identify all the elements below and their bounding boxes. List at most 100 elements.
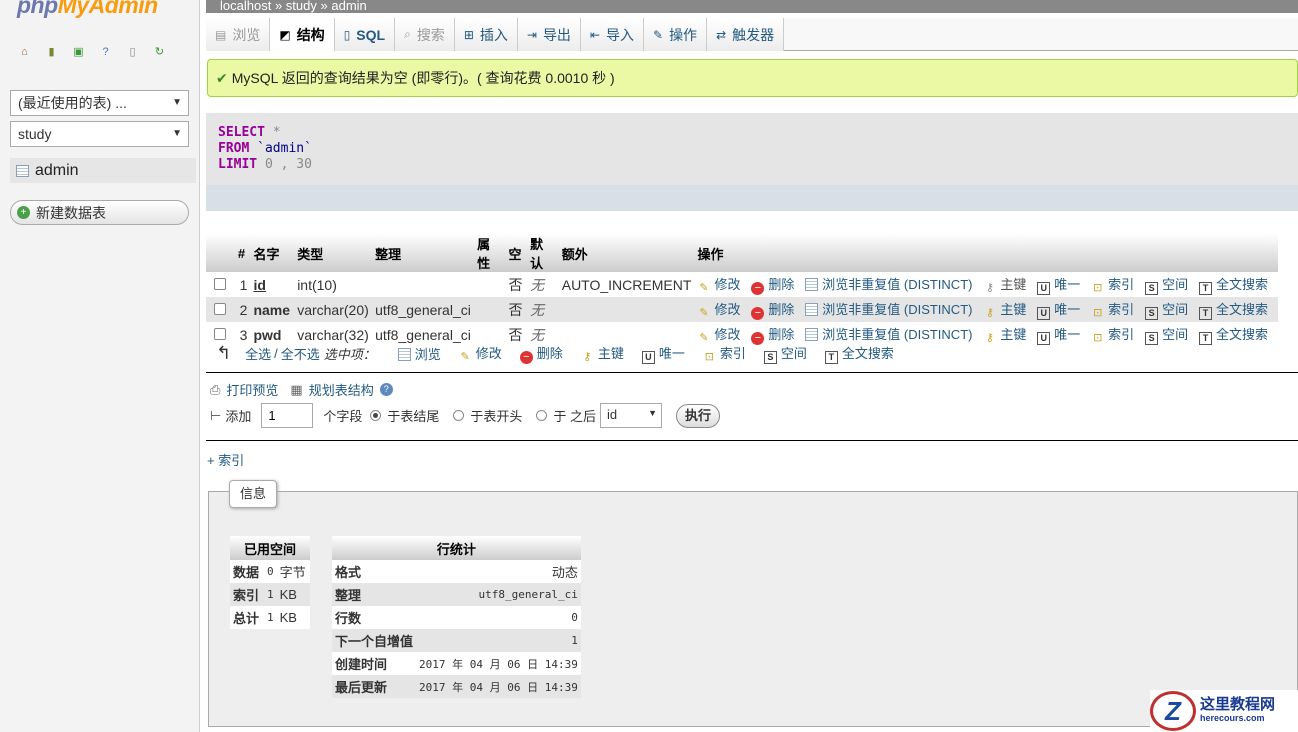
tab-structure[interactable]: ◩ 结构: [270, 18, 335, 51]
database-select[interactable]: study ▼: [10, 121, 189, 147]
fulltext-icon: T: [824, 351, 838, 364]
bulk-primary-button[interactable]: ⚷ 主键: [581, 343, 624, 364]
export-icon: ⇥: [526, 27, 537, 42]
index-action[interactable]: ⊡ 索引: [1091, 302, 1134, 319]
index-action[interactable]: ⊡ 索引: [1091, 277, 1134, 294]
fulltext-action[interactable]: T 全文搜索: [1198, 327, 1268, 345]
chevron-down-icon: ▼: [172, 128, 182, 139]
distinct-action[interactable]: 浏览非重复值 (DISTINCT): [805, 277, 972, 292]
delete-action[interactable]: − 删除: [751, 302, 794, 320]
key-icon: ⚷: [985, 332, 994, 344]
chevron-down-icon: ▼: [648, 408, 658, 418]
delete-action[interactable]: − 删除: [751, 327, 794, 345]
propose-structure-link[interactable]: 规划表结构: [309, 380, 374, 399]
recent-tables-select[interactable]: (最近使用的表) ... ▼: [10, 90, 189, 116]
delete-action[interactable]: − 删除: [751, 277, 794, 295]
edit-action[interactable]: ✎ 修改: [697, 327, 740, 344]
sidebar-table-admin[interactable]: admin: [10, 158, 196, 183]
go-button[interactable]: 执行: [676, 403, 721, 428]
breadcrumb-table[interactable]: admin: [331, 0, 366, 13]
uncheck-all-link[interactable]: 全不选: [281, 344, 320, 363]
bulk-edit-button[interactable]: ✎ 修改: [459, 343, 502, 364]
unique-action[interactable]: U 唯一: [1037, 277, 1080, 295]
tab-insert[interactable]: ⊞ 插入: [454, 18, 518, 51]
radio-at-beginning[interactable]: [453, 410, 465, 421]
arrow-up-icon: ↰: [216, 343, 232, 363]
unique-icon: U: [1037, 282, 1051, 295]
edit-action[interactable]: ✎ 修改: [697, 277, 740, 294]
fulltext-icon: T: [1198, 307, 1212, 320]
tab-import[interactable]: ⇤ 导入: [580, 18, 644, 51]
print-links: ⎙ 打印预览 ▦ 规划表结构 ?: [210, 380, 393, 399]
primary-action[interactable]: ⚷ 主键: [983, 302, 1027, 319]
exit-icon[interactable]: ▮: [43, 43, 60, 60]
reload-icon[interactable]: ↻: [151, 43, 168, 60]
breadcrumb-db[interactable]: study: [286, 0, 317, 13]
radio-after[interactable]: [536, 410, 548, 421]
tab-search[interactable]: ⌕ 搜索: [395, 18, 455, 51]
bulk-browse-button[interactable]: 浏览: [397, 344, 441, 363]
row-checkbox[interactable]: [214, 277, 226, 290]
distinct-action[interactable]: 浏览非重复值 (DISTINCT): [805, 302, 972, 317]
fulltext-action[interactable]: T 全文搜索: [1198, 302, 1268, 320]
z-logo-icon: Z: [1150, 691, 1196, 731]
pencil-icon: ✎: [460, 351, 470, 363]
index-action[interactable]: ⊡ 索引: [1091, 327, 1134, 344]
radio-at-end[interactable]: [370, 410, 382, 421]
breadcrumb-server[interactable]: localhost: [220, 0, 271, 13]
key-icon: ⚷: [583, 351, 592, 363]
tab-triggers[interactable]: ⇄ 触发器: [707, 18, 785, 51]
bulk-unique-button[interactable]: U 唯一: [641, 343, 685, 364]
pencil-icon: ✎: [699, 282, 709, 294]
bulk-delete-button[interactable]: − 删除: [519, 343, 563, 364]
print-view-link[interactable]: 打印预览: [226, 380, 278, 399]
bulk-index-button[interactable]: ⊡ 索引: [703, 343, 746, 364]
primary-action[interactable]: ⚷ 主键: [983, 277, 1027, 294]
bulk-fulltext-button[interactable]: T 全文搜索: [824, 343, 894, 364]
distinct-action[interactable]: 浏览非重复值 (DISTINCT): [805, 327, 972, 342]
primary-action[interactable]: ⚷ 主键: [983, 327, 1027, 344]
settings-icon[interactable]: ▯: [124, 43, 141, 60]
check-all-link[interactable]: 全选: [245, 344, 271, 363]
structure-table: # 名字 类型 整理 属性 空 默认 额外 操作 1 id int(10) 否 …: [206, 234, 1278, 347]
tab-export[interactable]: ⇥ 导出: [517, 18, 581, 51]
row-checkbox[interactable]: [214, 327, 226, 340]
bulk-spatial-button[interactable]: S 空间: [763, 343, 807, 364]
unique-action[interactable]: U 唯一: [1037, 327, 1080, 345]
docs-icon[interactable]: ?: [97, 43, 114, 60]
index-icon: ⊡: [704, 351, 714, 363]
structure-icon: ◩: [279, 27, 291, 42]
edit-action[interactable]: ✎ 修改: [697, 302, 740, 319]
fulltext-action[interactable]: T 全文搜索: [1198, 277, 1268, 295]
home-icon[interactable]: ⌂: [16, 43, 33, 60]
add-column-icon: ⊢: [210, 407, 222, 423]
after-column-select[interactable]: id ▼: [600, 403, 663, 428]
row-checkbox[interactable]: [214, 302, 226, 315]
plus-icon: +: [17, 206, 30, 219]
index-icon: ⊡: [1093, 332, 1103, 344]
breadcrumb: localhost » study » admin: [206, 0, 1298, 13]
tab-operations[interactable]: ✎ 操作: [644, 18, 708, 51]
table-header-row: # 名字 类型 整理 属性 空 默认 额外 操作: [206, 234, 1278, 272]
key-icon: ⚷: [985, 307, 994, 319]
unique-icon: U: [1037, 332, 1051, 345]
spatial-action[interactable]: S 空间: [1145, 302, 1188, 320]
new-table-button[interactable]: + 新建数据表: [10, 200, 189, 225]
browse-icon: ▤: [215, 27, 227, 42]
sql-query-box[interactable]: SELECT * FROM `admin` LIMIT 0 , 30: [206, 113, 1298, 185]
indexes-toggle-link[interactable]: + 索引: [207, 450, 244, 469]
search-icon: ⌕: [404, 27, 411, 41]
info-legend: 信息: [229, 480, 278, 508]
table-row: 索引 1 KB: [230, 583, 310, 606]
spatial-action[interactable]: S 空间: [1145, 327, 1188, 345]
spatial-action[interactable]: S 空间: [1145, 277, 1188, 295]
spatial-icon: S: [763, 351, 777, 364]
help-icon[interactable]: ?: [379, 383, 393, 396]
delete-icon: −: [519, 351, 533, 364]
query-window-icon[interactable]: ▣: [70, 43, 87, 60]
unique-action[interactable]: U 唯一: [1037, 302, 1080, 320]
phpmyadmin-logo[interactable]: phpMyAdmin: [17, 0, 158, 19]
column-count-input[interactable]: [261, 403, 314, 428]
tab-sql[interactable]: ▯ SQL: [334, 18, 396, 51]
tab-browse[interactable]: ▤ 浏览: [206, 18, 271, 51]
